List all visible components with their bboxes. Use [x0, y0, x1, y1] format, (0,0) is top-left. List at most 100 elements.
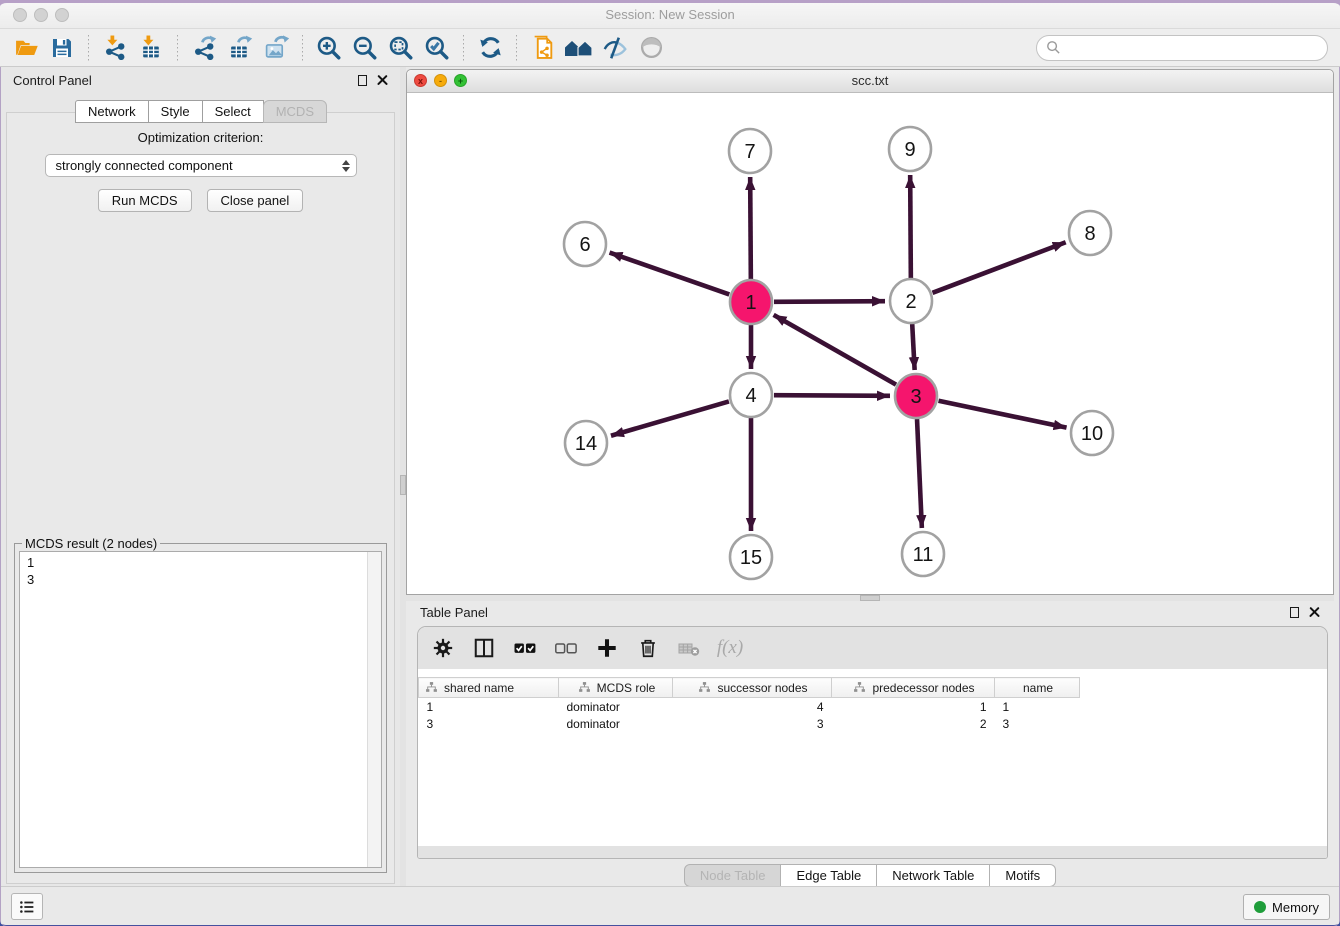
cell-name[interactable]: 1	[995, 698, 1080, 716]
cell-successor-nodes[interactable]: 4	[673, 698, 832, 716]
network-window-title: scc.txt	[407, 73, 1333, 88]
app-window: Session: New Session Control Panel	[0, 0, 1340, 926]
cell-mcds-role[interactable]: dominator	[559, 698, 673, 716]
open-session-button[interactable]	[11, 33, 41, 63]
document-share-icon	[531, 35, 556, 60]
zoom-out-icon	[352, 35, 378, 61]
column-header-name[interactable]: name	[995, 678, 1080, 698]
add-column-button[interactable]	[594, 635, 620, 661]
graph-edge-1-2[interactable]	[774, 301, 885, 302]
tab-network-table[interactable]: Network Table	[877, 864, 990, 887]
trash-icon	[637, 637, 659, 659]
graph-edge-3-10[interactable]	[939, 401, 1067, 428]
function-builder-button: f(x)	[717, 635, 743, 661]
optimization-criterion-label: Optimization criterion:	[7, 130, 394, 145]
close-panel-icon[interactable]	[1309, 607, 1320, 618]
column-header-predecessor-nodes[interactable]: predecessor nodes	[832, 678, 995, 698]
zoom-selected-button[interactable]	[422, 33, 452, 63]
search-field[interactable]	[1036, 35, 1328, 61]
graph-node-label-9: 9	[904, 139, 915, 161]
node-table-panel: f(x) shared name MCDS role successor nod…	[417, 626, 1328, 859]
import-network-button[interactable]	[100, 33, 130, 63]
unchecked-boxes-icon	[554, 636, 578, 660]
cell-shared-name[interactable]: 3	[419, 715, 559, 732]
select-all-button[interactable]	[512, 635, 538, 661]
import-table-button[interactable]	[136, 33, 166, 63]
show-full-network-button[interactable]	[564, 33, 594, 63]
tab-node-table[interactable]: Node Table	[684, 864, 782, 887]
memory-button[interactable]: Memory	[1243, 894, 1330, 920]
cell-successor-nodes[interactable]: 3	[673, 715, 832, 732]
toolbar-separator	[463, 35, 464, 61]
graph-edge-4-3[interactable]	[774, 395, 890, 396]
column-header-mcds-role[interactable]: MCDS role	[559, 678, 673, 698]
preview-mode-button[interactable]	[636, 33, 666, 63]
float-panel-icon[interactable]	[358, 75, 367, 86]
close-panel-button[interactable]: Close panel	[207, 189, 304, 212]
mcds-result-legend: MCDS result (2 nodes)	[22, 536, 160, 551]
clone-network-button[interactable]	[528, 33, 558, 63]
close-panel-icon[interactable]	[377, 75, 388, 86]
mcds-result-group: MCDS result (2 nodes) 1 3	[14, 543, 387, 873]
tab-motifs[interactable]: Motifs	[990, 864, 1056, 887]
cell-shared-name[interactable]: 1	[419, 698, 559, 716]
graph-edge-2-3[interactable]	[912, 324, 914, 370]
cell-name[interactable]: 3	[995, 715, 1080, 732]
export-network-button[interactable]	[189, 33, 219, 63]
zoom-out-button[interactable]	[350, 33, 380, 63]
tab-mcds[interactable]: MCDS	[263, 100, 327, 123]
graph-edge-3-1[interactable]	[774, 315, 896, 385]
graph-node-label-6: 6	[579, 234, 590, 256]
control-panel: Control Panel Network Style Select MCDS …	[1, 67, 400, 889]
delete-table-icon	[677, 636, 701, 660]
graph-node-label-3: 3	[910, 386, 921, 408]
graph-edge-1-7[interactable]	[750, 177, 751, 279]
control-panel-tabs: Network Style Select MCDS	[1, 100, 400, 123]
float-panel-icon[interactable]	[1290, 607, 1299, 618]
graph-edge-2-9[interactable]	[910, 175, 911, 278]
network-canvas[interactable]: 7968124314101511	[407, 93, 1333, 595]
graph-node-label-8: 8	[1084, 223, 1095, 245]
tab-edge-table[interactable]: Edge Table	[781, 864, 877, 887]
eye-icon	[639, 35, 664, 60]
status-bar: Memory	[1, 886, 1339, 924]
column-header-shared-name[interactable]: shared name	[419, 678, 559, 698]
table-settings-button[interactable]	[430, 635, 456, 661]
export-image-button[interactable]	[261, 33, 291, 63]
split-panel-button[interactable]	[471, 635, 497, 661]
main-toolbar	[0, 29, 1340, 67]
graph-edge-4-14[interactable]	[611, 401, 729, 435]
criterion-value: strongly connected component	[56, 158, 233, 173]
apply-layout-button[interactable]	[475, 33, 505, 63]
zoom-fit-button[interactable]	[386, 33, 416, 63]
mcds-panel: Optimization criterion: strongly connect…	[6, 112, 395, 884]
task-history-button[interactable]	[11, 893, 43, 920]
tab-network[interactable]: Network	[75, 100, 149, 123]
graph-node-label-15: 15	[740, 547, 762, 569]
hierarchy-icon	[698, 681, 711, 694]
run-mcds-button[interactable]: Run MCDS	[98, 189, 192, 212]
cell-predecessor-nodes[interactable]: 2	[832, 715, 995, 732]
cell-predecessor-nodes[interactable]: 1	[832, 698, 995, 716]
criterion-select[interactable]: strongly connected component	[45, 154, 357, 177]
graph-edge-1-6[interactable]	[610, 253, 730, 295]
tab-select[interactable]: Select	[202, 100, 264, 123]
export-table-button[interactable]	[225, 33, 255, 63]
deselect-all-button[interactable]	[553, 635, 579, 661]
delete-column-button[interactable]	[635, 635, 661, 661]
network-window-titlebar[interactable]: x - + scc.txt	[407, 70, 1333, 93]
zoom-fit-icon	[388, 35, 414, 61]
graph-edge-3-11[interactable]	[917, 419, 922, 528]
table-panel: Table Panel f(x) shared n	[406, 601, 1334, 889]
hide-panels-button[interactable]	[600, 33, 630, 63]
save-session-button[interactable]	[47, 33, 77, 63]
graph-edge-2-8[interactable]	[933, 242, 1066, 293]
graph-node-label-7: 7	[744, 141, 755, 163]
table-panel-title: Table Panel	[420, 605, 488, 620]
search-input[interactable]	[1067, 39, 1318, 56]
tab-style[interactable]: Style	[148, 100, 203, 123]
cell-mcds-role[interactable]: dominator	[559, 715, 673, 732]
column-header-successor-nodes[interactable]: successor nodes	[673, 678, 832, 698]
result-scrollbar[interactable]	[367, 552, 381, 867]
zoom-in-button[interactable]	[314, 33, 344, 63]
